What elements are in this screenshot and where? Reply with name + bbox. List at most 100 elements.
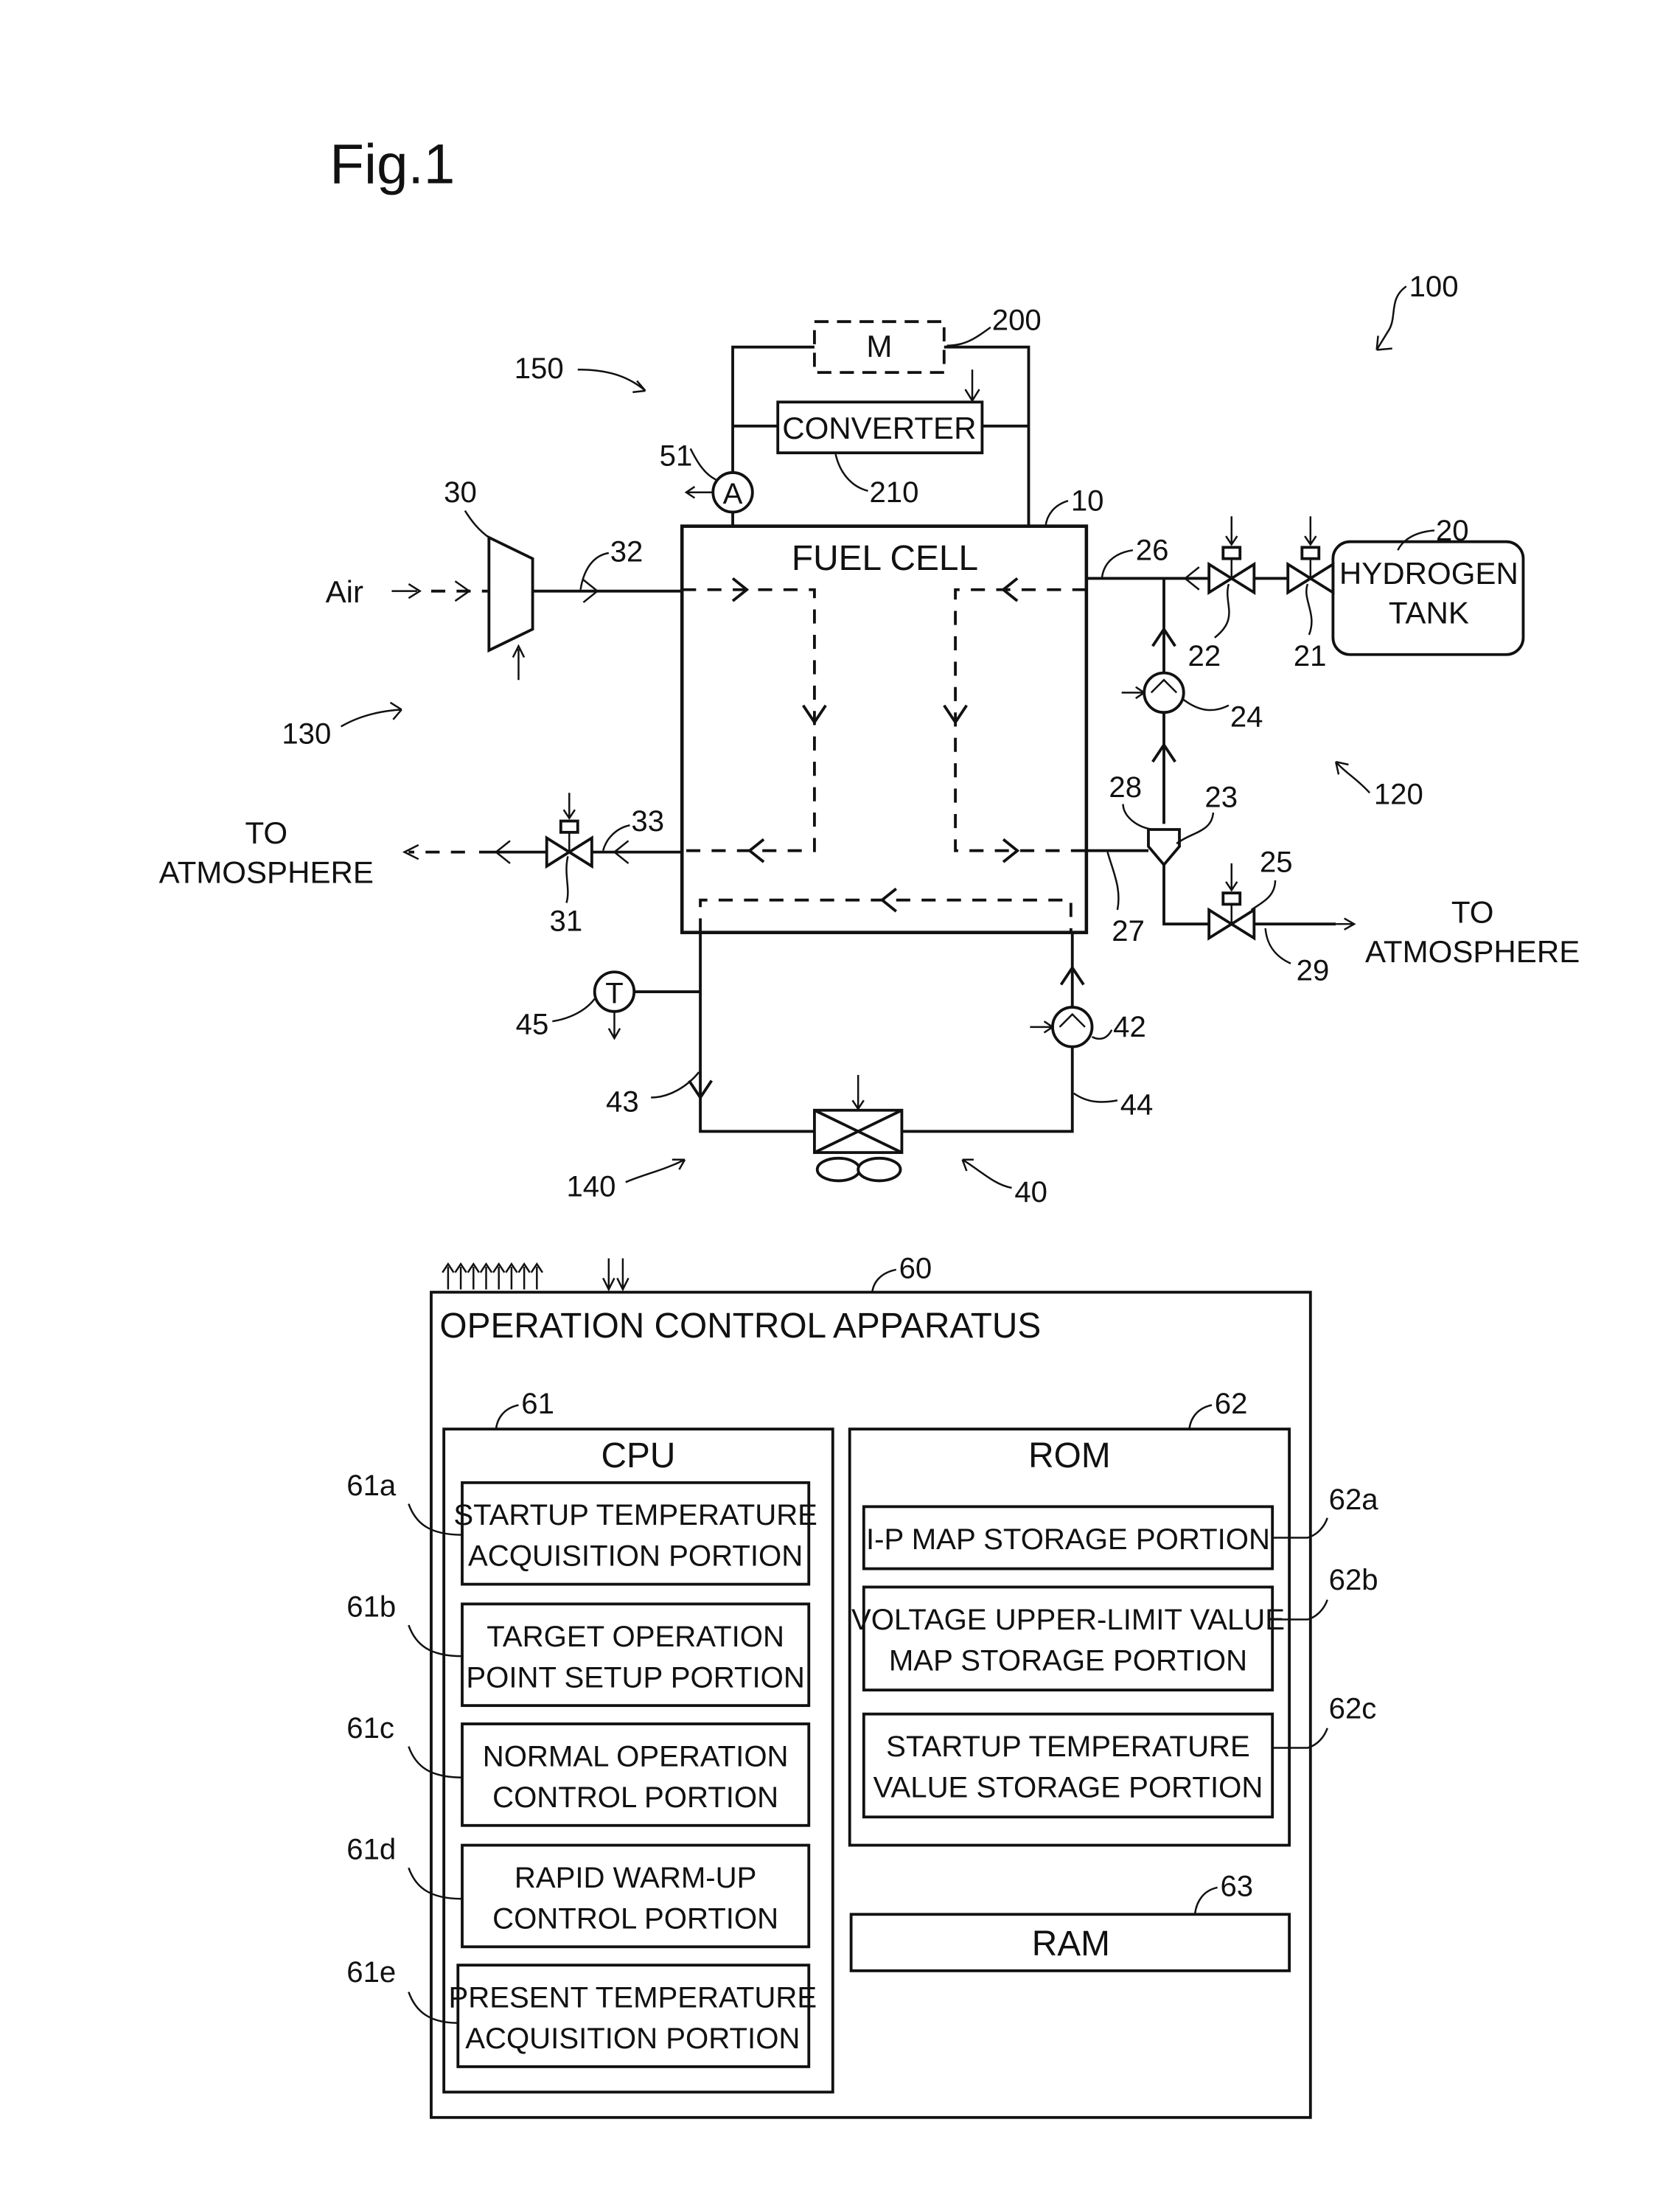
leader-26 [1101,549,1134,579]
portion-61d-line1: RAPID WARM-UP [515,1861,757,1894]
leader-22 [1214,583,1230,639]
ref-62b: 62b [1329,1563,1378,1596]
ref-51: 51 [660,439,693,472]
figure-title: Fig.1 [329,133,455,196]
ref-22: 22 [1188,639,1221,672]
portion-61e-line2: ACQUISITION PORTION [465,2022,800,2055]
leader-45 [552,998,596,1023]
tank-label-line2: TANK [1389,596,1469,630]
input-signals-icon [442,1262,544,1290]
ref-150: 150 [515,352,564,385]
air-inlet-arrow-icon [391,583,422,599]
ref-29: 29 [1297,954,1330,987]
ref-210: 210 [869,476,918,509]
ref-25: 25 [1260,845,1293,878]
ref-62c: 62c [1329,1691,1377,1725]
converter-label: CONVERTER [782,411,976,445]
leader-60 [871,1268,897,1293]
leader-30 [464,509,490,538]
radiator-fan-left-icon [815,1156,861,1183]
motor-label: M [866,329,892,364]
hydrogen-outlet-label-line2: ATMOSPHERE [1365,934,1580,969]
leader-32 [579,552,610,590]
ref-63: 63 [1220,1869,1253,1902]
leader-42 [1091,1029,1113,1040]
portion-61d-line2: CONTROL PORTION [492,1902,778,1935]
ref-45: 45 [516,1007,549,1040]
portion-62b-line2: MAP STORAGE PORTION [889,1644,1247,1677]
leader-29 [1264,928,1291,964]
ref-40: 40 [1014,1175,1047,1208]
coolant-pump-signal [1030,1020,1055,1034]
ref-61b: 61b [346,1590,396,1624]
radiator-control-signal [851,1074,865,1111]
ref-60: 60 [899,1251,932,1284]
leader-130 [340,701,402,728]
temp-sensor-label: T [605,976,624,1009]
ref-10: 10 [1071,484,1104,518]
ref-24: 24 [1230,700,1263,733]
leader-33 [601,824,630,852]
ref-21: 21 [1294,639,1327,672]
portion-61c-line2: CONTROL PORTION [492,1781,778,1814]
ram-title: RAM [1032,1924,1110,1964]
leader-44 [1073,1092,1118,1103]
leader-200 [946,326,991,347]
ref-42: 42 [1113,1010,1146,1043]
rom-portion-62a: I-P MAP STORAGE PORTION [862,1505,1274,1571]
ref-31: 31 [550,905,583,938]
temp-sensor-signal [607,1011,621,1040]
coolant-outlet-pipe [699,932,815,1133]
ref-120: 120 [1374,778,1423,811]
anode-flow-path [954,588,1087,852]
pressure-valve-actuator [559,819,579,834]
cpu-portion-61e: PRESENT TEMPERATURE ACQUISITION PORTION [449,1964,817,2068]
fuel-cell-label: FUEL CELL [792,539,978,578]
coolant-internal-arrow-icon [879,887,897,913]
rom-portion-62c: STARTUP TEMPERATURE VALUE STORAGE PORTIO… [862,1712,1274,1819]
ref-62: 62 [1215,1387,1248,1420]
ref-200: 200 [992,304,1042,337]
leader-23 [1176,812,1215,845]
ref-100: 100 [1409,270,1459,303]
air-outlet-label-line2: ATMOSPHERE [159,855,374,890]
ref-61c: 61c [346,1711,394,1745]
portion-62a-line1: I-P MAP STORAGE PORTION [866,1523,1270,1556]
ref-140: 140 [566,1169,615,1203]
ammeter-signal [684,486,714,499]
hydrogen-outlet-label-line1: TO [1451,894,1494,929]
cathode-out-arrow-icon [747,838,765,863]
leader-100 [1375,285,1407,351]
output-signals-icon [602,1258,630,1292]
leader-210 [834,453,868,493]
ref-33: 33 [631,804,664,838]
purge-valve-actuator [1221,891,1242,906]
rom-title: ROM [1028,1436,1110,1475]
air-outlet-label-line1: TO [245,815,287,850]
ref-61: 61 [521,1387,554,1420]
portion-61a-line1: STARTUP TEMPERATURE [453,1498,817,1531]
leader-24 [1183,698,1230,712]
cpu-title: CPU [601,1436,676,1475]
ref-26: 26 [1136,534,1169,567]
leader-150 [577,369,646,394]
leader-140 [625,1158,686,1183]
ref-43: 43 [606,1085,639,1119]
radiator-fan-right-icon [857,1156,902,1183]
ref-61e: 61e [346,1955,396,1989]
ref-20: 20 [1436,514,1469,547]
portion-62c-line1: STARTUP TEMPERATURE [886,1730,1250,1763]
portion-61c-line1: NORMAL OPERATION [483,1739,789,1773]
cathode-flow-path [682,588,816,852]
ref-32: 32 [610,535,644,568]
converter-control-signal [964,369,980,403]
portion-61a-line2: ACQUISITION PORTION [468,1540,803,1573]
shutoff-valve-actuator [1300,546,1321,560]
ammeter-label: A [723,477,743,510]
compressor-icon [487,535,534,653]
leader-25 [1250,880,1277,911]
coolant-flow-path [699,898,1073,933]
purge-arrow-icon [1336,917,1356,931]
ref-28: 28 [1109,771,1142,804]
portion-61b-line1: TARGET OPERATION [486,1620,784,1653]
